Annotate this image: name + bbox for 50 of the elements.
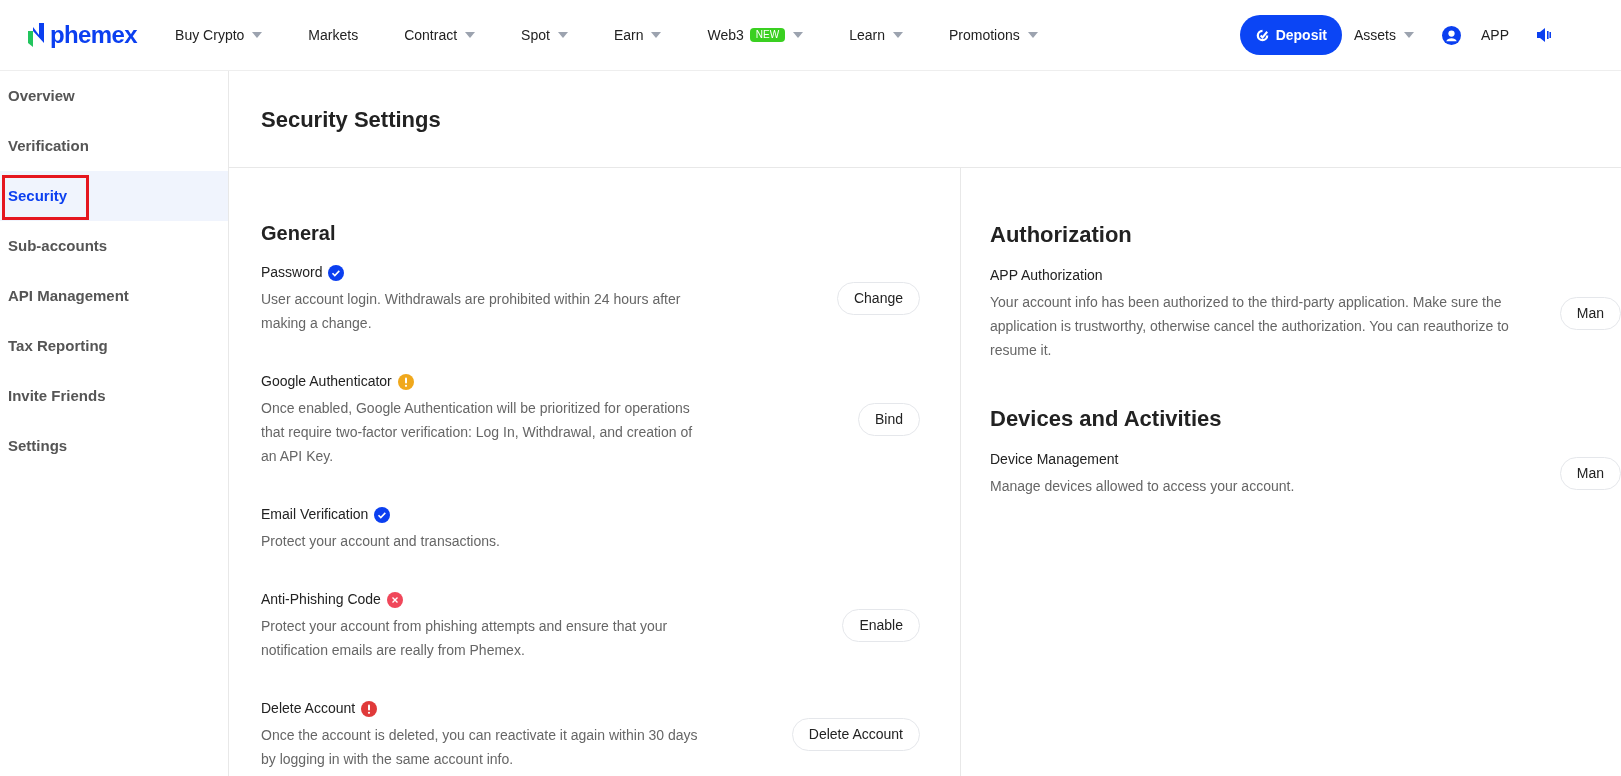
speaker-icon[interactable] (1537, 27, 1551, 43)
setting-description: Protect your account from phishing attempts and ensure that your notification emails are really from Phemex. (261, 617, 669, 660)
nav-link[interactable]: Web3 NEW (707, 24, 804, 46)
sidebar-item[interactable]: Sub-accounts (0, 221, 228, 271)
setting-title: APP Authorization (990, 266, 1103, 285)
assets-link[interactable]: Assets (1353, 24, 1414, 46)
action-button[interactable]: Bind (857, 403, 920, 436)
setting-description: Once enabled, Google Authentication will be prioritized for operations that require two-factor verification: Log In, Withdrawal, and creation of an API Key. (261, 399, 694, 466)
logo-text: phemex (50, 20, 138, 50)
nav-link[interactable]: Learn (849, 24, 903, 46)
logo-icon (28, 23, 44, 47)
app-link[interactable]: APP (1481, 24, 1509, 46)
setting-description: Once the account is deleted, you can reactivate it again within 30 days by logging in with the same account info. (261, 726, 699, 769)
deposit-icon (1254, 27, 1270, 43)
action-button[interactable]: Man (1559, 457, 1621, 490)
setting-description: Your account info has been authorized to the third-party application. Make sure the application is trustworthy, otherwise cancel the authorization. You can reauthorize to resume it. (990, 293, 1510, 360)
section-heading: Devices and Activities (990, 405, 1223, 433)
setting-title: Anti-Phishing Code (261, 590, 381, 609)
nav-link[interactable]: Contract (404, 24, 476, 46)
sidebar-item[interactable]: API Management (0, 271, 228, 321)
setting-title: Google Authenticator (261, 372, 392, 391)
setting-title: Delete Account (261, 699, 356, 718)
nav-link[interactable]: Markets (308, 24, 359, 46)
setting-description: Protect your account and transactions. (261, 532, 501, 551)
setting-title: Email Verification (261, 505, 369, 524)
sidebar-item[interactable]: Tax Reporting (0, 321, 228, 371)
sidebar-item[interactable]: Security (0, 171, 228, 221)
sidebar-item[interactable]: Overview (0, 71, 228, 121)
action-button[interactable]: Change (836, 282, 920, 315)
section-heading: General (261, 221, 337, 246)
setting-description: User account login. Withdrawals are prohibited within 24 hours after making a change. (261, 290, 682, 333)
sidebar-item[interactable]: Settings (0, 421, 228, 471)
setting-title: Device Management (990, 450, 1119, 469)
nav-link[interactable]: Promotions (948, 24, 1038, 46)
action-button[interactable]: Man (1559, 297, 1621, 330)
nav-link[interactable]: Buy Crypto (175, 24, 263, 46)
user-icon[interactable] (1442, 25, 1461, 45)
setting-title: Password (261, 263, 323, 282)
deposit-button[interactable]: Deposit (1239, 15, 1342, 55)
nav-link[interactable]: Spot (521, 24, 568, 46)
page-title: Security Settings (261, 105, 441, 134)
new-badge: NEW (749, 28, 786, 42)
setting-description: Manage devices allowed to access your account. (990, 477, 1296, 496)
section-heading: Authorization (990, 221, 1133, 249)
caret-icon (1404, 32, 1414, 38)
action-button[interactable]: Enable (842, 609, 920, 642)
action-button[interactable]: Delete Account (791, 718, 920, 751)
nav-link[interactable]: Earn (613, 24, 662, 46)
sidebar-item[interactable]: Invite Friends (0, 371, 228, 421)
sidebar-item[interactable]: Verification (0, 121, 228, 171)
